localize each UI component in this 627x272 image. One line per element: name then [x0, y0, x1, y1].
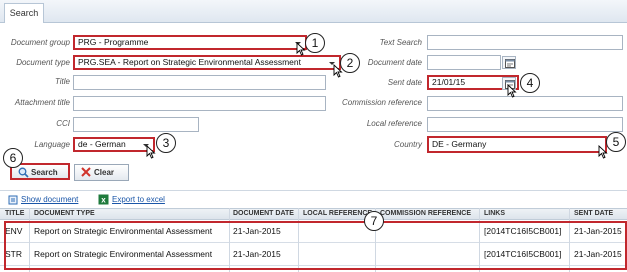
- tab-bar: Search: [0, 0, 627, 23]
- commission-reference-label: Commission reference: [341, 98, 422, 107]
- callout-1: 1: [305, 33, 325, 53]
- document-date-input[interactable]: [427, 55, 501, 70]
- calendar-icon[interactable]: [502, 56, 516, 69]
- callout-2: 2: [340, 53, 360, 73]
- document-group-label: Document group: [10, 38, 70, 47]
- mouse-cursor-icon: [333, 64, 343, 78]
- clear-icon: [81, 167, 91, 182]
- tab-search[interactable]: Search: [4, 3, 44, 23]
- show-document-link[interactable]: Show document: [21, 195, 78, 204]
- divider: [0, 190, 627, 191]
- mouse-cursor-icon: [146, 145, 156, 159]
- local-reference-label: Local reference: [366, 119, 422, 128]
- country-label: Country: [393, 140, 422, 149]
- show-document-icon: [8, 195, 18, 207]
- mouse-cursor-icon: [507, 84, 517, 98]
- cci-label: CCI: [56, 119, 70, 128]
- column-header-document-type[interactable]: DOCUMENT TYPE: [34, 210, 95, 217]
- clear-button-label: Clear: [94, 168, 115, 177]
- cci-input[interactable]: [73, 117, 199, 132]
- commission-reference-input[interactable]: [427, 96, 623, 111]
- document-group-value: PRG - Programme: [78, 37, 149, 47]
- svg-text:x: x: [101, 196, 106, 205]
- attachment-title-label: Attachment title: [14, 98, 70, 107]
- country-select[interactable]: DE - Germany: [427, 136, 607, 153]
- mouse-cursor-icon: [598, 145, 608, 159]
- column-header-links[interactable]: LINKS: [484, 210, 505, 217]
- title-input[interactable]: [73, 75, 326, 90]
- export-to-excel-link[interactable]: Export to excel: [112, 195, 165, 204]
- results-highlight-box: [4, 221, 627, 270]
- search-icon: [18, 167, 29, 183]
- search-button-label: Search: [31, 168, 58, 177]
- language-select[interactable]: de - German: [73, 137, 155, 152]
- callout-7: 7: [364, 211, 384, 231]
- clear-button[interactable]: Clear: [74, 164, 129, 181]
- callout-6: 6: [3, 148, 23, 168]
- mouse-cursor-icon: [296, 42, 306, 56]
- column-header-document-date[interactable]: DOCUMENT DATE: [233, 210, 294, 217]
- document-type-label: Document type: [16, 58, 70, 67]
- text-search-input[interactable]: [427, 35, 623, 50]
- text-search-label: Text Search: [379, 38, 422, 47]
- document-group-select[interactable]: PRG - Programme: [73, 35, 307, 50]
- document-type-select[interactable]: PRG.SEA - Report on Strategic Environmen…: [73, 55, 341, 70]
- callout-4: 4: [520, 73, 540, 93]
- excel-icon: x: [98, 194, 109, 207]
- column-header-sent-date[interactable]: SENT DATE: [574, 210, 613, 217]
- sent-date-label: Sent date: [387, 78, 422, 87]
- title-label: Title: [54, 77, 70, 86]
- column-header-title[interactable]: TITLE: [5, 210, 24, 217]
- callout-5: 5: [606, 132, 626, 152]
- document-type-value: PRG.SEA - Report on Strategic Environmen…: [78, 57, 301, 67]
- language-value: de - German: [78, 139, 126, 149]
- local-reference-input[interactable]: [427, 117, 623, 132]
- attachment-title-input[interactable]: [73, 96, 326, 111]
- callout-3: 3: [156, 133, 176, 153]
- column-header-local-reference[interactable]: LOCAL REFERENCE: [303, 210, 372, 217]
- column-header-commission-reference[interactable]: COMMISSION REFERENCE: [380, 210, 471, 217]
- table-header: TITLE DOCUMENT TYPE DOCUMENT DATE LOCAL …: [0, 208, 627, 220]
